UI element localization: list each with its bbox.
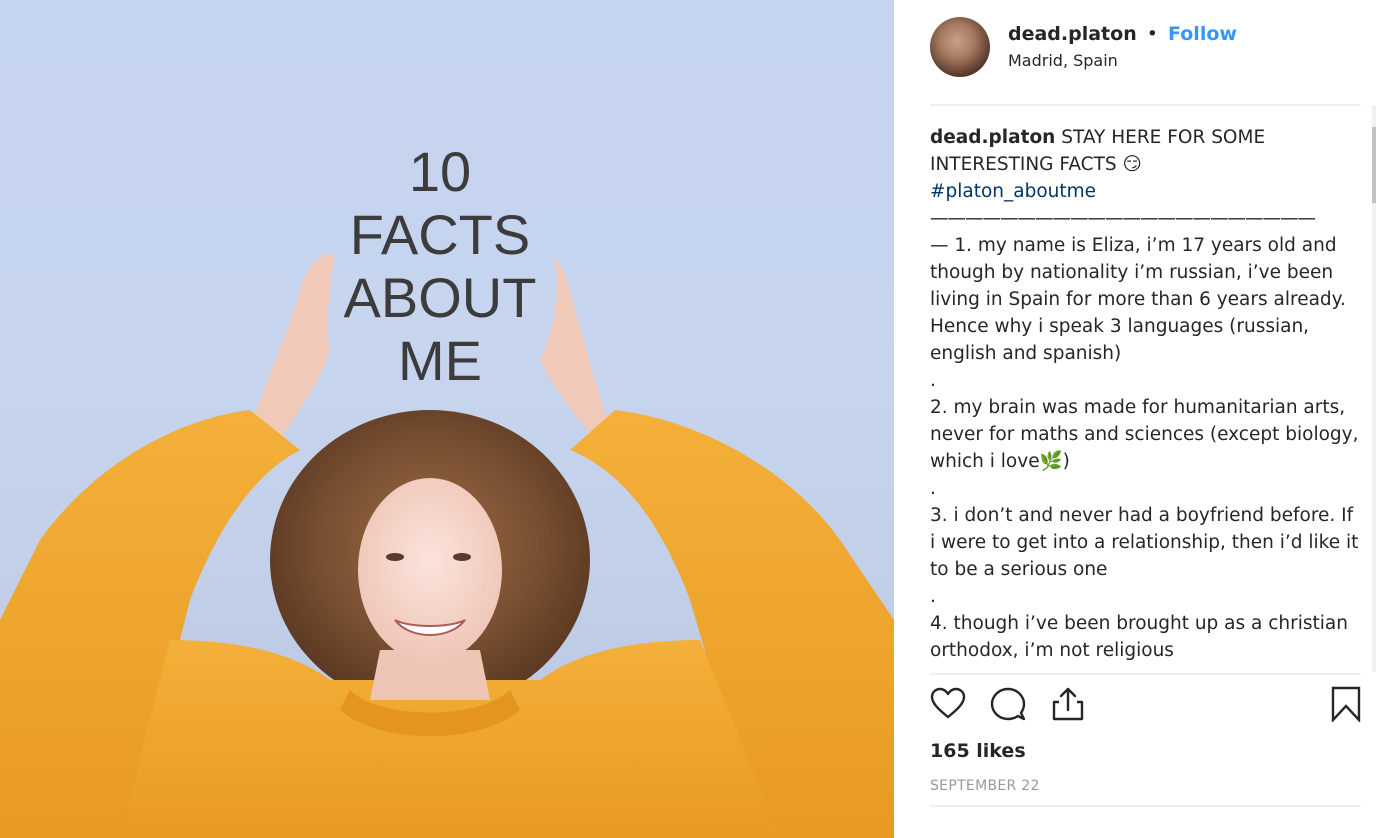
hashtag-link[interactable]: #platon_aboutme — [930, 181, 1096, 202]
fact-item: 4. though i’ve been brought up as a chri… — [930, 613, 1348, 661]
divider — [930, 104, 1361, 106]
fact-separator: . — [930, 586, 936, 607]
overlay-line: FACTS — [349, 203, 531, 266]
left-hand — [250, 254, 335, 440]
caption: dead.platon STAY HERE FOR SOME INTERESTI… — [930, 124, 1360, 664]
share-button[interactable] — [1050, 686, 1088, 726]
post-side-panel: dead.platon • Follow Madrid, Spain dead.… — [894, 0, 1376, 838]
fact-item: — 1. my name is Eliza, i’m 17 years old … — [930, 235, 1346, 364]
comment-icon — [990, 687, 1026, 721]
overlay-line: ABOUT — [343, 266, 537, 329]
photo-illustration — [0, 254, 894, 838]
separator-dot: • — [1146, 23, 1158, 45]
username-link[interactable]: dead.platon — [1008, 23, 1137, 45]
divider — [930, 673, 1361, 675]
overlay-line: 10 — [408, 140, 472, 203]
bookmark-icon — [1331, 686, 1361, 722]
post-date[interactable]: SEPTEMBER 22 — [930, 776, 1040, 796]
caption-dashes: —————————————————————— — [930, 208, 1316, 229]
fact-separator: . — [930, 478, 936, 499]
comment-button[interactable] — [990, 686, 1028, 726]
action-bar — [930, 686, 1361, 726]
save-button[interactable] — [1330, 686, 1368, 726]
divider — [930, 805, 1361, 807]
header-line: dead.platon • Follow — [1008, 22, 1237, 46]
post-image[interactable]: 10 FACTS ABOUT ME — [0, 0, 894, 838]
header-text: dead.platon • Follow Madrid, Spain — [1008, 22, 1237, 72]
scrollbar-thumb[interactable] — [1372, 127, 1376, 203]
follow-button[interactable]: Follow — [1168, 23, 1237, 45]
like-button[interactable] — [930, 686, 968, 726]
post-header: dead.platon • Follow Madrid, Spain — [930, 17, 1237, 77]
heart-icon — [930, 687, 966, 719]
caption-scroll-area[interactable]: dead.platon STAY HERE FOR SOME INTERESTI… — [930, 124, 1360, 672]
image-overlay-text: 10 FACTS ABOUT ME — [340, 140, 540, 392]
fact-item: 3. i don’t and never had a boyfriend bef… — [930, 505, 1359, 580]
fact-separator: . — [930, 370, 936, 391]
share-icon — [1052, 687, 1084, 721]
avatar[interactable] — [930, 17, 990, 77]
fact-item: 2. my brain was made for humanitarian ar… — [930, 397, 1359, 472]
caption-username-link[interactable]: dead.platon — [930, 127, 1055, 148]
overlay-line: ME — [398, 329, 482, 392]
caption-text: INTERESTING FACTS 😏 — [930, 154, 1142, 175]
likes-count[interactable]: 165 likes — [930, 738, 1026, 764]
right-hand — [540, 260, 610, 440]
caption-text: STAY HERE FOR SOME — [1055, 127, 1266, 148]
location-link[interactable]: Madrid, Spain — [1008, 50, 1237, 72]
